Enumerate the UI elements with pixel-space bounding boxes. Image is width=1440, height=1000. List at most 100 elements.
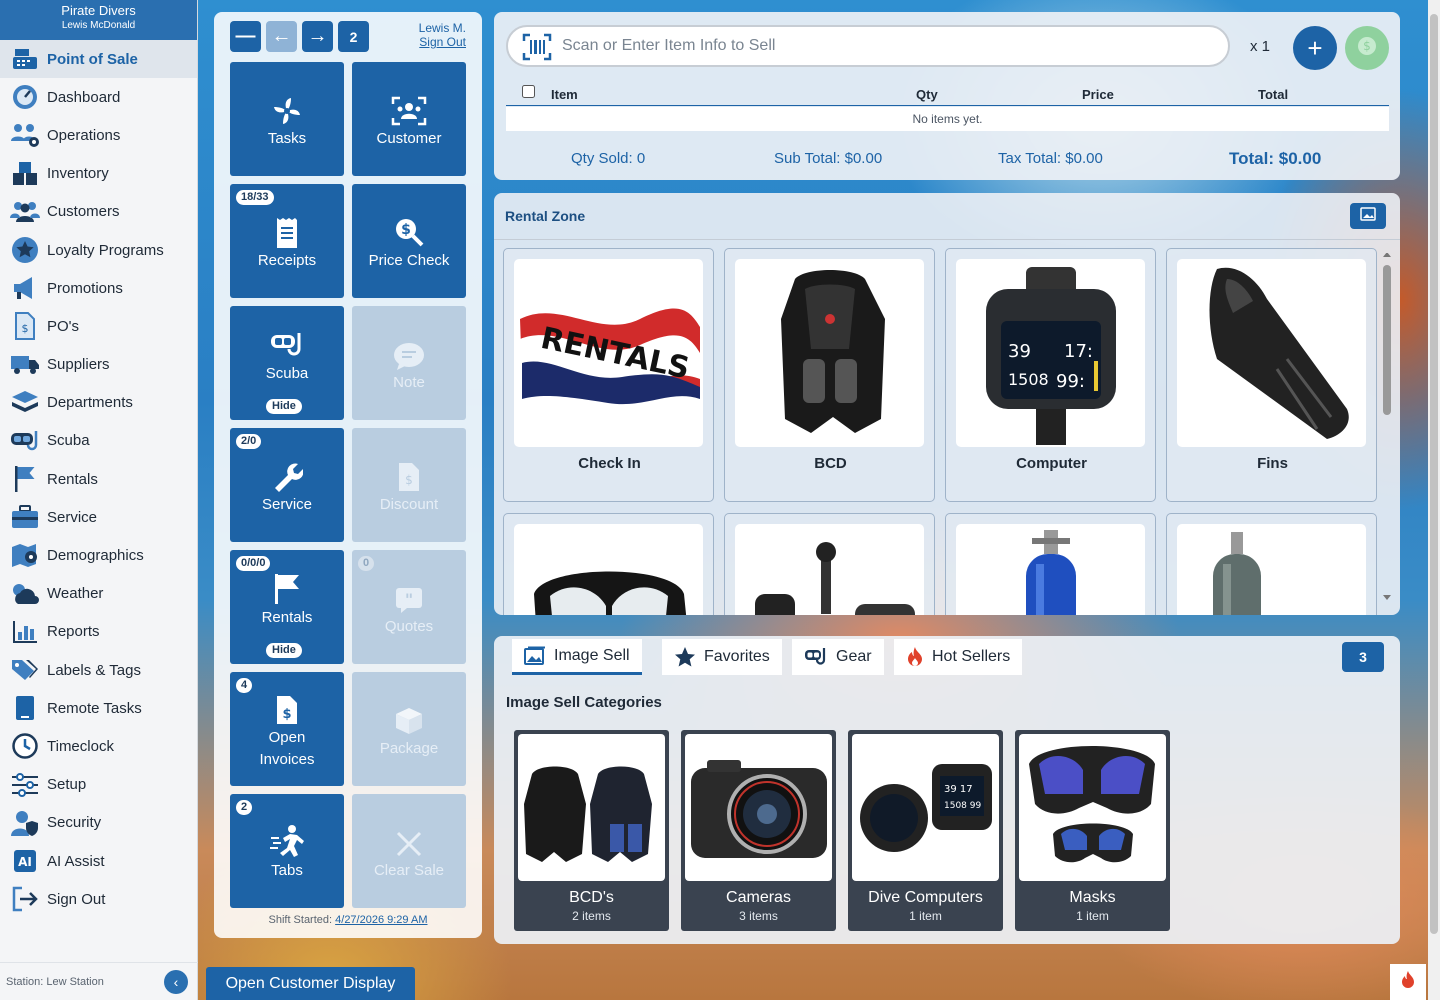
category-name: Cameras bbox=[726, 889, 791, 906]
tile-package[interactable]: Package bbox=[352, 672, 466, 786]
sidebar-item-loyalty-programs[interactable]: Loyalty Programs bbox=[0, 231, 197, 269]
rental-card-blue-tank[interactable] bbox=[945, 513, 1156, 615]
rental-card-mask[interactable] bbox=[503, 513, 714, 615]
tile-scuba[interactable]: Scuba Hide bbox=[230, 306, 344, 420]
sidebar-item-label: Scuba bbox=[47, 432, 90, 450]
tab-count-badge[interactable]: 3 bbox=[1342, 642, 1384, 672]
svg-text:$: $ bbox=[22, 322, 29, 335]
tile-clear-sale[interactable]: Clear Sale bbox=[352, 794, 466, 908]
customers-icon bbox=[10, 198, 40, 226]
tab-favorites[interactable]: Favorites bbox=[662, 639, 782, 675]
column-total[interactable]: Total bbox=[1258, 87, 1288, 102]
svg-text:$: $ bbox=[401, 222, 411, 238]
tile-customer[interactable]: Customer bbox=[352, 62, 466, 176]
tile-receipts[interactable]: 18/33 Receipts bbox=[230, 184, 344, 298]
tile-badge: 0 bbox=[358, 556, 375, 571]
sidebar-item-weather[interactable]: Weather bbox=[0, 575, 197, 613]
sidebar-item-po-s[interactable]: $ PO's bbox=[0, 307, 197, 345]
sidebar-item-promotions[interactable]: Promotions bbox=[0, 269, 197, 307]
rental-card-fins[interactable]: Fins bbox=[1166, 248, 1377, 502]
tile-quotes[interactable]: 0 " Quotes bbox=[352, 550, 466, 664]
sidebar-item-setup[interactable]: Setup bbox=[0, 766, 197, 804]
quote-icon: " bbox=[394, 576, 424, 614]
tile-rentals[interactable]: 0/0/0 Rentals Hide bbox=[230, 550, 344, 664]
window-scrollbar-thumb[interactable] bbox=[1430, 14, 1438, 934]
tile-service[interactable]: 2/0 Service bbox=[230, 428, 344, 542]
open-customer-display-button[interactable]: Open Customer Display bbox=[206, 967, 415, 1000]
window-scrollbar[interactable] bbox=[1428, 0, 1440, 1000]
sidebar-item-suppliers[interactable]: Suppliers bbox=[0, 346, 197, 384]
category-card-dive-computers[interactable]: 39 17 1508 99 Dive Computers 1 item bbox=[848, 730, 1003, 931]
tile-tasks[interactable]: Tasks bbox=[230, 62, 344, 176]
hide-tile-button[interactable]: Hide bbox=[266, 643, 302, 658]
sidebar-item-ai-assist[interactable]: AI AI Assist bbox=[0, 842, 197, 880]
sidebar-item-dashboard[interactable]: Dashboard bbox=[0, 78, 197, 116]
sidebar-item-label: Operations bbox=[47, 126, 121, 144]
tile-badge: 2/0 bbox=[236, 434, 262, 449]
sidebar-item-customers[interactable]: Customers bbox=[0, 193, 197, 231]
page-number-button[interactable]: 2 bbox=[338, 21, 369, 52]
select-all-checkbox[interactable] bbox=[522, 85, 535, 101]
sidebar-item-sign-out[interactable]: Sign Out bbox=[0, 880, 197, 918]
shift-time-link[interactable]: 4/27/2026 9:29 AM bbox=[335, 914, 427, 926]
tab-gear[interactable]: Gear bbox=[792, 639, 884, 675]
cash-register-icon bbox=[10, 45, 40, 73]
hide-tile-button[interactable]: Hide bbox=[266, 399, 302, 414]
station-footer: Station: Lew Station ‹ bbox=[0, 962, 198, 1000]
quantity-multiplier[interactable]: x 1 bbox=[1250, 38, 1270, 55]
pay-button[interactable]: $ bbox=[1345, 26, 1389, 70]
tile-label: Service bbox=[261, 496, 313, 513]
tile-tabs[interactable]: 2 Tabs bbox=[230, 794, 344, 908]
sidebar-item-reports[interactable]: Reports bbox=[0, 613, 197, 651]
total-value: $0.00 bbox=[1278, 149, 1322, 168]
tab-image-sell[interactable]: Image Sell bbox=[512, 639, 642, 675]
rental-card-bcd[interactable]: BCD bbox=[724, 248, 935, 502]
tab-hot-sellers[interactable]: Hot Sellers bbox=[894, 639, 1023, 675]
sidebar-item-label: Sign Out bbox=[47, 890, 106, 908]
sidebar-item-label: Loyalty Programs bbox=[47, 241, 164, 259]
category-count: 3 items bbox=[739, 909, 778, 923]
sidebar-item-demographics[interactable]: Demographics bbox=[0, 536, 197, 574]
sidebar-item-operations[interactable]: Operations bbox=[0, 116, 197, 154]
security-icon bbox=[10, 809, 40, 837]
category-card-bcd-s[interactable]: BCD's 2 items bbox=[514, 730, 669, 931]
category-card-masks[interactable]: Masks 1 item bbox=[1015, 730, 1170, 931]
categories-title: Image Sell Categories bbox=[506, 694, 662, 711]
sidebar-item-departments[interactable]: Departments bbox=[0, 384, 197, 422]
category-card-cameras[interactable]: Cameras 3 items bbox=[681, 730, 836, 931]
svg-text:99:: 99: bbox=[1056, 371, 1085, 392]
barcode-icon bbox=[522, 33, 552, 66]
rental-card-regulator[interactable] bbox=[724, 513, 935, 615]
sidebar-item-labels-tags[interactable]: Labels & Tags bbox=[0, 651, 197, 689]
sidebar-item-timeclock[interactable]: Timeclock bbox=[0, 727, 197, 765]
rental-card-gray-tank[interactable] bbox=[1166, 513, 1377, 615]
previous-page-button[interactable]: ← bbox=[266, 21, 297, 52]
add-item-button[interactable]: + bbox=[1293, 26, 1337, 70]
column-price[interactable]: Price bbox=[1082, 87, 1114, 102]
sidebar-item-point-of-sale[interactable]: Point of Sale bbox=[0, 40, 197, 79]
sidebar-item-remote-tasks[interactable]: Remote Tasks bbox=[0, 689, 197, 727]
tile-price-check[interactable]: $ Price Check bbox=[352, 184, 466, 298]
sidebar-item-scuba[interactable]: Scuba bbox=[0, 422, 197, 460]
tile-note[interactable]: Note bbox=[352, 306, 466, 420]
tile-discount[interactable]: $ Discount bbox=[352, 428, 466, 542]
column-item[interactable]: Item bbox=[551, 87, 578, 102]
sidebar-item-rentals[interactable]: Rentals bbox=[0, 460, 197, 498]
next-page-button[interactable]: → bbox=[302, 21, 333, 52]
tile-open-invoices[interactable]: 4 $ Open Invoices bbox=[230, 672, 344, 786]
sidebar-item-service[interactable]: Service bbox=[0, 498, 197, 536]
sign-out-link[interactable]: Sign Out bbox=[419, 35, 466, 49]
sidebar-item-security[interactable]: Security bbox=[0, 804, 197, 842]
rental-card-check-in[interactable]: RENTALS Check In bbox=[503, 248, 714, 502]
rental-card-computer[interactable]: 39 17: 1508 99: Computer bbox=[945, 248, 1156, 502]
collapse-sidebar-button[interactable]: ‹ bbox=[164, 970, 188, 994]
collapse-tiles-button[interactable]: — bbox=[230, 21, 261, 52]
sidebar-item-inventory[interactable]: Inventory bbox=[0, 155, 197, 193]
hot-button[interactable] bbox=[1390, 964, 1426, 1000]
tile-label: Scuba bbox=[265, 365, 309, 382]
column-qty[interactable]: Qty bbox=[916, 87, 938, 102]
scan-input[interactable]: Scan or Enter Item Info to Sell bbox=[506, 25, 1230, 67]
rental-zone-scrollbar[interactable] bbox=[1382, 252, 1391, 603]
rental-zone-panel: Rental Zone RENTALS Check In BCD 39 17: 1508 9… bbox=[494, 193, 1400, 615]
toggle-images-button[interactable] bbox=[1350, 203, 1386, 229]
